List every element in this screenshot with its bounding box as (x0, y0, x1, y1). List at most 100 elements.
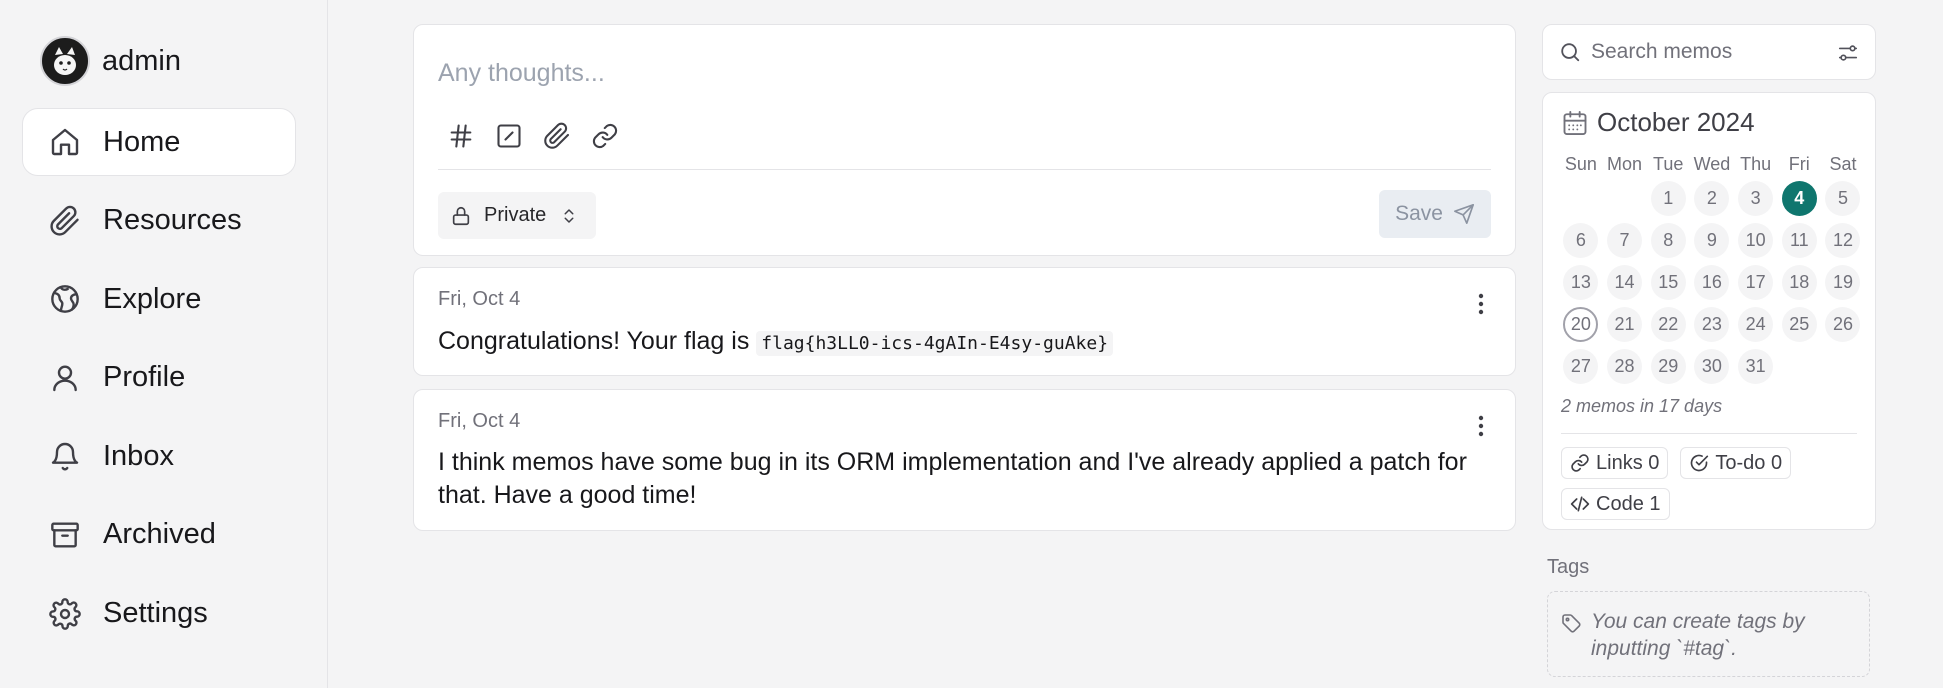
calendar-day[interactable]: 27 (1563, 348, 1599, 384)
calendar-cell: 12 (1821, 222, 1865, 258)
calendar-day[interactable]: 3 (1738, 180, 1774, 216)
calendar-cell: 9 (1690, 222, 1734, 258)
globe-icon (47, 281, 83, 317)
calendar-month[interactable]: October 2024 (1597, 107, 1755, 138)
calendar-day[interactable]: 23 (1694, 306, 1730, 342)
calendar-day[interactable]: 21 (1607, 306, 1643, 342)
calendar-day[interactable]: 25 (1781, 306, 1817, 342)
sidebar-item-explore[interactable]: Explore (22, 265, 296, 333)
calendar-day[interactable]: 15 (1650, 264, 1686, 300)
gear-icon (47, 596, 83, 632)
calendar-day[interactable]: 13 (1563, 264, 1599, 300)
sidebar-item-archived[interactable]: Archived (22, 501, 296, 569)
calendar-day[interactable]: 30 (1694, 348, 1730, 384)
hash-icon[interactable] (444, 119, 478, 153)
calendar-day[interactable]: 4 (1781, 180, 1817, 216)
calendar-cell: 15 (1646, 264, 1690, 300)
calendar-day[interactable]: 5 (1825, 180, 1861, 216)
sidebar-item-label: Home (103, 125, 181, 158)
calendar-cell: 29 (1646, 348, 1690, 384)
calendar-day[interactable]: 1 (1650, 180, 1686, 216)
calendar-cell: 31 (1734, 348, 1778, 384)
sidebar-item-label: Settings (103, 597, 208, 630)
memo-date[interactable]: Fri, Oct 4 (438, 410, 520, 433)
more-vertical-icon[interactable] (1471, 290, 1491, 318)
inline-code: flag{h3LL0-ics-4gAIn-E4sy-guAke} (756, 331, 1114, 356)
memo-card: Fri, Oct 4 I think memos have some bug i… (413, 389, 1516, 531)
sidebar-item-inbox[interactable]: Inbox (22, 422, 296, 490)
calendar-week-row: 20 21 22 23 24 25 26 (1559, 303, 1865, 345)
calendar-day[interactable]: 26 (1825, 306, 1861, 342)
chevron-up-down-icon (560, 205, 578, 227)
avatar (40, 36, 90, 86)
calendar-day[interactable]: 29 (1650, 348, 1686, 384)
calendar-week-row: 6 7 8 9 10 11 12 (1559, 219, 1865, 261)
calendar-cell: 13 (1559, 264, 1603, 300)
calendar-week-row: 12345 (1559, 177, 1865, 219)
filter-settings-icon[interactable] (1837, 42, 1859, 64)
calendar-day[interactable]: 10 (1738, 222, 1774, 258)
calendar-day[interactable]: 6 (1563, 222, 1599, 258)
editor-input[interactable]: Any thoughts... (438, 59, 605, 88)
calendar-cell: 30 (1690, 348, 1734, 384)
archive-icon (47, 517, 83, 553)
visibility-select[interactable]: Private (438, 192, 596, 239)
send-icon (1453, 203, 1475, 225)
calendar-cell: 20 (1559, 306, 1603, 342)
calendar-day[interactable]: 16 (1694, 264, 1730, 300)
save-button[interactable]: Save (1379, 190, 1491, 238)
calendar-cell: 26 (1821, 306, 1865, 342)
sidebar-item-label: Inbox (103, 439, 174, 472)
bell-icon (47, 438, 83, 474)
calendar-day[interactable]: 20 (1563, 306, 1599, 342)
sidebar-item-resources[interactable]: Resources (22, 187, 296, 255)
search-bar[interactable] (1542, 24, 1876, 80)
memo-editor[interactable]: Any thoughts... Private Save (413, 24, 1516, 256)
calendar-day[interactable]: 8 (1650, 222, 1686, 258)
calendar-icon (1561, 109, 1589, 137)
calendar-cell: 25 (1777, 306, 1821, 342)
divider (1561, 433, 1857, 434)
username: admin (102, 44, 181, 77)
calendar-cell: 28 (1603, 348, 1647, 384)
calendar-cell: 1 (1646, 180, 1690, 216)
calendar-grid: Sun Mon Tue Wed Thu Fri Sat 1 2 3 4 5 6 7 8 9 10 11 12 13 1… (1559, 151, 1865, 387)
calendar-day[interactable]: 22 (1650, 306, 1686, 342)
todo-stat[interactable]: To-do 0 (1680, 447, 1792, 479)
paperclip-icon[interactable] (540, 119, 574, 153)
calendar-cell: 21 (1603, 306, 1647, 342)
sidebar-item-settings[interactable]: Settings (22, 580, 296, 648)
memo-text: Congratulations! Your flag is (438, 327, 757, 355)
divider (438, 169, 1491, 170)
calendar-day[interactable]: 17 (1738, 264, 1774, 300)
search-input[interactable] (1591, 40, 1821, 64)
tags-empty-state: You can create tags by inputting `#tag`. (1547, 591, 1870, 677)
calendar-header: October 2024 (1561, 107, 1755, 138)
avatar-cat-icon (45, 41, 85, 81)
calendar-day[interactable]: 12 (1825, 222, 1861, 258)
calendar-day[interactable]: 7 (1607, 222, 1643, 258)
checkbox-icon[interactable] (492, 119, 526, 153)
calendar-day[interactable]: 18 (1781, 264, 1817, 300)
calendar-day[interactable]: 24 (1738, 306, 1774, 342)
calendar-day[interactable]: 31 (1738, 348, 1774, 384)
calendar-day[interactable]: 28 (1607, 348, 1643, 384)
calendar-cell: 24 (1734, 306, 1778, 342)
calendar-day[interactable]: 2 (1694, 180, 1730, 216)
calendar-cell: 6 (1559, 222, 1603, 258)
link-icon[interactable] (588, 119, 622, 153)
user-menu[interactable]: admin (40, 36, 181, 86)
calendar-week-row: 27 28 29 30 31 (1559, 345, 1865, 387)
calendar-day[interactable]: 14 (1607, 264, 1643, 300)
more-vertical-icon[interactable] (1471, 412, 1491, 440)
sidebar-item-home[interactable]: Home (22, 108, 296, 176)
calendar-day[interactable]: 11 (1781, 222, 1817, 258)
editor-toolbar (444, 119, 622, 153)
calendar-day[interactable]: 19 (1825, 264, 1861, 300)
memo-date[interactable]: Fri, Oct 4 (438, 288, 520, 311)
calendar-day[interactable]: 9 (1694, 222, 1730, 258)
links-stat[interactable]: Links 0 (1561, 447, 1669, 479)
calendar-cell: 18 (1777, 264, 1821, 300)
sidebar-item-profile[interactable]: Profile (22, 344, 296, 412)
code-stat[interactable]: Code 1 (1561, 488, 1670, 520)
